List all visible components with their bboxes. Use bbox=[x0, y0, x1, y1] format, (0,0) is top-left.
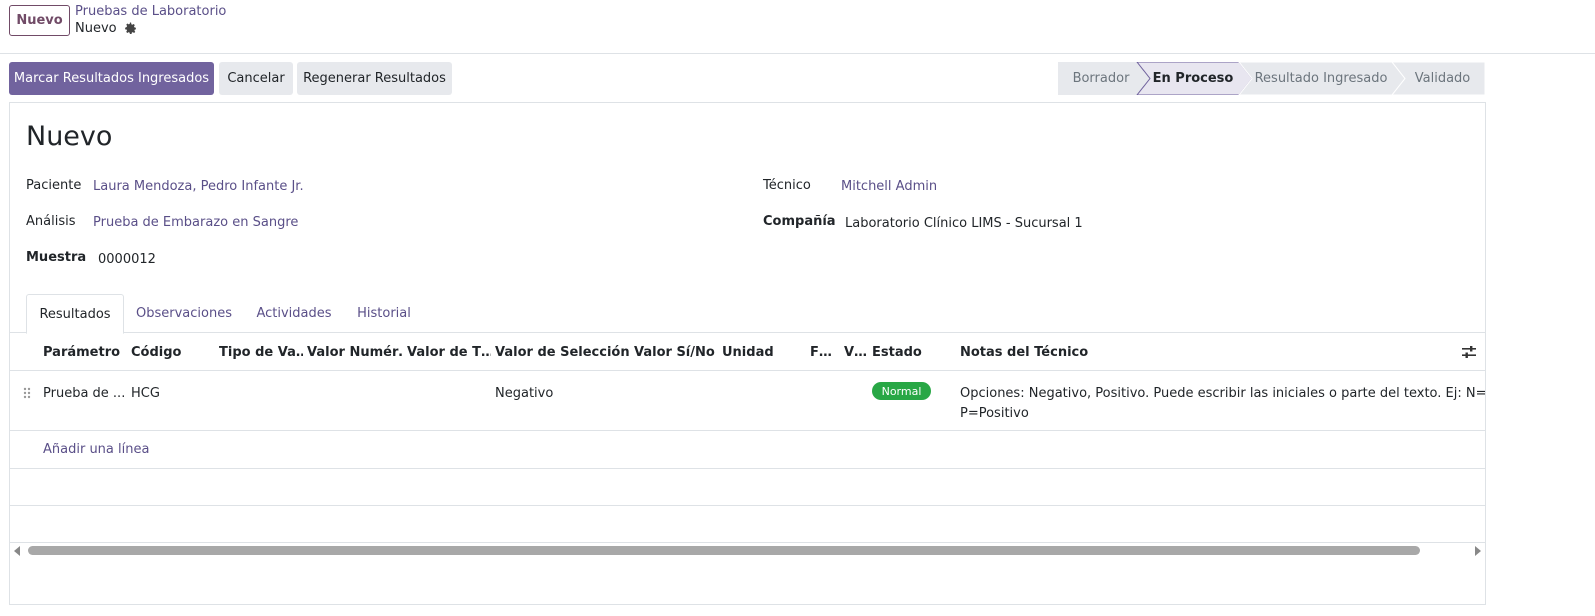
col-selection-value[interactable]: Valor de Selección bbox=[495, 345, 630, 360]
sample-field[interactable]: 0000012 bbox=[98, 252, 156, 267]
col-yes-no-value[interactable]: Valor Sí/No bbox=[634, 345, 718, 360]
col-parameter[interactable]: Parámetro bbox=[43, 345, 127, 360]
gear-icon[interactable] bbox=[124, 22, 137, 35]
col-technician-notes[interactable]: Notas del Técnico bbox=[960, 345, 1260, 360]
breadcrumb-current-label: Nuevo bbox=[75, 21, 117, 36]
add-line-row: Añadir una línea bbox=[10, 431, 1485, 469]
patient-label: Paciente bbox=[26, 178, 82, 193]
new-button[interactable]: Nuevo bbox=[9, 5, 70, 36]
patient-field[interactable]: Laura Mendoza, Pedro Infante Jr. bbox=[93, 179, 304, 194]
tab-activities[interactable]: Actividades bbox=[250, 294, 338, 333]
tab-results[interactable]: Resultados bbox=[26, 294, 124, 334]
col-value-type[interactable]: Tipo de Va… bbox=[219, 345, 303, 360]
col-status[interactable]: Estado bbox=[872, 345, 956, 360]
cell-notes-line2[interactable]: P=Positivo bbox=[960, 406, 1029, 421]
col-v[interactable]: V… bbox=[844, 345, 868, 360]
col-numeric-value[interactable]: Valor Numér… bbox=[307, 345, 403, 360]
cancel-button[interactable]: Cancelar bbox=[219, 62, 293, 95]
technician-label: Técnico bbox=[763, 178, 811, 193]
cell-notes-line1[interactable]: Opciones: Negativo, Positivo. Puede escr… bbox=[960, 386, 1485, 401]
add-line-link[interactable]: Añadir una línea bbox=[43, 442, 149, 457]
cell-code[interactable]: HCG bbox=[131, 386, 160, 401]
col-code[interactable]: Código bbox=[131, 345, 215, 360]
col-unit[interactable]: Unidad bbox=[722, 345, 806, 360]
col-text-value[interactable]: Valor de T… bbox=[407, 345, 491, 360]
column-settings-icon[interactable] bbox=[1461, 345, 1477, 359]
technician-field[interactable]: Mitchell Admin bbox=[841, 179, 937, 194]
stage-result-entered[interactable]: Resultado Ingresado bbox=[1252, 62, 1390, 95]
stage-in-process[interactable]: En Proceso bbox=[1150, 62, 1236, 95]
regenerate-results-button[interactable]: Regenerar Resultados bbox=[297, 62, 452, 95]
company-label: Compañía bbox=[763, 214, 836, 229]
cell-parameter[interactable]: Prueba de ... bbox=[43, 386, 125, 401]
tab-observations[interactable]: Observaciones bbox=[130, 294, 238, 333]
tab-history[interactable]: Historial bbox=[350, 294, 418, 333]
cell-selection-value[interactable]: Negativo bbox=[495, 386, 553, 401]
empty-row bbox=[10, 506, 1485, 543]
breadcrumb-current: Nuevo bbox=[75, 21, 137, 36]
control-panel: Nuevo Pruebas de Laboratorio Nuevo bbox=[0, 0, 1595, 54]
col-f[interactable]: F… bbox=[810, 345, 838, 360]
analysis-label: Análisis bbox=[26, 214, 76, 229]
stage-draft[interactable]: Borrador bbox=[1058, 62, 1144, 95]
notebook-tabs: Resultados Observaciones Actividades His… bbox=[10, 294, 1485, 334]
company-field[interactable]: Laboratorio Clínico LIMS - Sucursal 1 bbox=[845, 216, 1083, 231]
statusbar: Borrador En Proceso Resultado Ingresado … bbox=[1058, 62, 1485, 95]
mark-results-button[interactable]: Marcar Resultados Ingresados bbox=[9, 62, 214, 95]
scroll-right-icon[interactable] bbox=[1475, 546, 1481, 556]
status-badge: Normal bbox=[872, 382, 931, 400]
table-row[interactable]: Prueba de ... HCG Negativo Normal Opcion… bbox=[10, 371, 1485, 431]
scrollbar-thumb[interactable] bbox=[28, 546, 1420, 555]
empty-row bbox=[10, 469, 1485, 506]
analysis-field[interactable]: Prueba de Embarazo en Sangre bbox=[93, 215, 298, 230]
drag-handle-icon[interactable] bbox=[23, 387, 31, 399]
record-title: Nuevo bbox=[26, 121, 113, 152]
stage-validated[interactable]: Validado bbox=[1405, 62, 1480, 95]
horizontal-scrollbar[interactable] bbox=[10, 544, 1485, 558]
scroll-left-icon[interactable] bbox=[14, 546, 20, 556]
sample-label: Muestra bbox=[26, 250, 87, 265]
form-sheet: Nuevo Paciente Laura Mendoza, Pedro Infa… bbox=[9, 102, 1486, 605]
table-header: Parámetro Código Tipo de Va… Valor Numér… bbox=[10, 333, 1485, 371]
breadcrumb-parent-link[interactable]: Pruebas de Laboratorio bbox=[75, 4, 226, 19]
